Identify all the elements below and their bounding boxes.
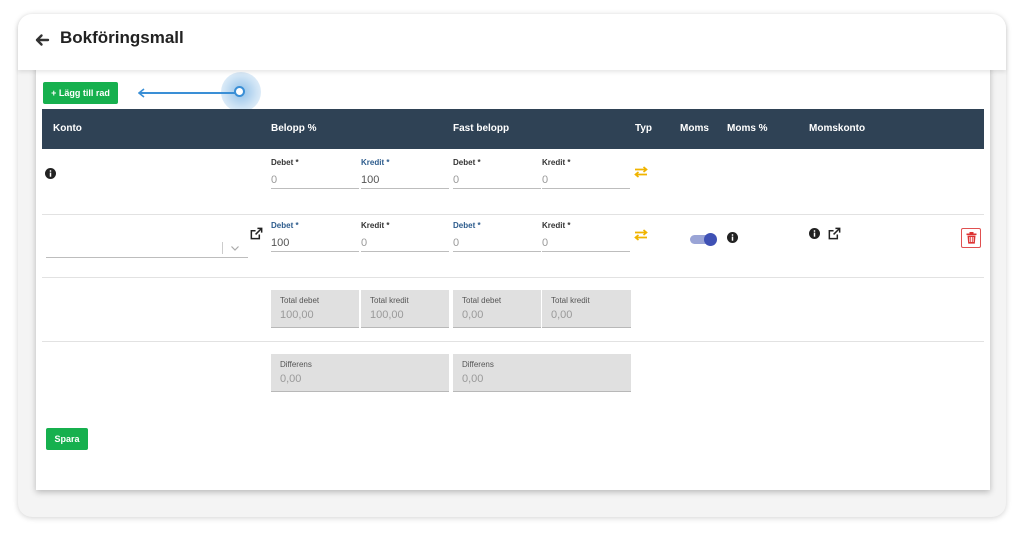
row2-belopp-kredit-input[interactable] bbox=[361, 234, 449, 252]
row2-fast-debet-label: Debet * bbox=[453, 221, 481, 230]
differens-label: Differens bbox=[280, 360, 312, 369]
total-debet-label: Total debet bbox=[280, 296, 320, 305]
page-title: Bokföringsmall bbox=[60, 28, 184, 47]
total-kredit-value: 100,00 bbox=[370, 309, 404, 321]
toggle-knob bbox=[704, 233, 717, 246]
chevron-down-icon bbox=[231, 246, 239, 251]
differens-fast-box: Differens 0,00 bbox=[453, 354, 631, 392]
row1-belopp-debet-input[interactable] bbox=[271, 171, 359, 189]
trash-icon bbox=[966, 232, 976, 244]
row2-belopp-debet-input[interactable] bbox=[271, 234, 359, 252]
external-link-icon[interactable] bbox=[827, 226, 842, 241]
swap-icon[interactable] bbox=[634, 229, 648, 241]
info-icon[interactable] bbox=[809, 228, 820, 239]
delete-row-button[interactable] bbox=[961, 228, 981, 248]
page-header: Bokföringsmall bbox=[18, 14, 1006, 70]
info-icon[interactable] bbox=[727, 232, 738, 243]
row2-fast-kredit-input[interactable] bbox=[542, 234, 630, 252]
differens-value: 0,00 bbox=[462, 373, 484, 385]
row1-belopp-kredit-label: Kredit * bbox=[361, 158, 390, 167]
total-debet-value: 0,00 bbox=[462, 309, 484, 321]
row-divider bbox=[42, 341, 984, 342]
differens-value: 0,00 bbox=[280, 373, 302, 385]
row1-fast-debet-input[interactable] bbox=[453, 171, 541, 189]
pointer-arrowhead-icon bbox=[138, 88, 145, 98]
row1-fast-kredit-label: Kredit * bbox=[542, 158, 571, 167]
col-moms: Moms bbox=[680, 123, 709, 134]
row2-belopp-kredit-label: Kredit * bbox=[361, 221, 390, 230]
external-link-icon[interactable] bbox=[249, 226, 264, 241]
row2-belopp-debet-label: Debet * bbox=[271, 221, 299, 230]
save-button[interactable]: Spara bbox=[46, 428, 88, 450]
total-debet-belopp-box: Total debet 100,00 bbox=[271, 290, 359, 328]
table-header: Konto Belopp % Fast belopp Typ Moms Moms… bbox=[42, 109, 984, 149]
total-debet-label: Total debet bbox=[462, 296, 502, 305]
col-fast-belopp: Fast belopp bbox=[453, 123, 510, 134]
row-divider bbox=[42, 214, 984, 215]
differens-belopp-box: Differens 0,00 bbox=[271, 354, 449, 392]
col-moms-procent: Moms % bbox=[727, 123, 768, 134]
total-debet-value: 100,00 bbox=[280, 309, 314, 321]
row1-belopp-kredit-input[interactable] bbox=[361, 171, 449, 189]
row1-belopp-debet-label: Debet * bbox=[271, 158, 299, 167]
select-separator bbox=[222, 242, 223, 254]
total-kredit-belopp-box: Total kredit 100,00 bbox=[361, 290, 449, 328]
pointer-dot bbox=[234, 86, 245, 97]
row-divider bbox=[42, 277, 984, 278]
total-kredit-label: Total kredit bbox=[370, 296, 409, 305]
total-kredit-fast-box: Total kredit 0,00 bbox=[542, 290, 631, 328]
info-icon[interactable] bbox=[45, 168, 56, 179]
swap-icon[interactable] bbox=[634, 166, 648, 178]
add-row-button[interactable]: + Lägg till rad bbox=[43, 82, 118, 104]
total-kredit-label: Total kredit bbox=[551, 296, 590, 305]
col-typ: Typ bbox=[635, 123, 653, 134]
col-belopp-procent: Belopp % bbox=[271, 123, 317, 134]
konto-select[interactable] bbox=[46, 240, 248, 258]
row2-fast-kredit-label: Kredit * bbox=[542, 221, 571, 230]
differens-label: Differens bbox=[462, 360, 494, 369]
row1-fast-debet-label: Debet * bbox=[453, 158, 481, 167]
col-konto: Konto bbox=[53, 123, 82, 134]
back-arrow-icon[interactable] bbox=[33, 31, 51, 49]
moms-toggle[interactable] bbox=[690, 233, 717, 246]
row2-fast-debet-input[interactable] bbox=[453, 234, 541, 252]
total-debet-fast-box: Total debet 0,00 bbox=[453, 290, 541, 328]
row1-fast-kredit-input[interactable] bbox=[542, 171, 630, 189]
total-kredit-value: 0,00 bbox=[551, 309, 573, 321]
template-panel: + Lägg till rad Konto Belopp % Fast belo… bbox=[36, 62, 990, 490]
col-momskonto: Momskonto bbox=[809, 123, 866, 134]
